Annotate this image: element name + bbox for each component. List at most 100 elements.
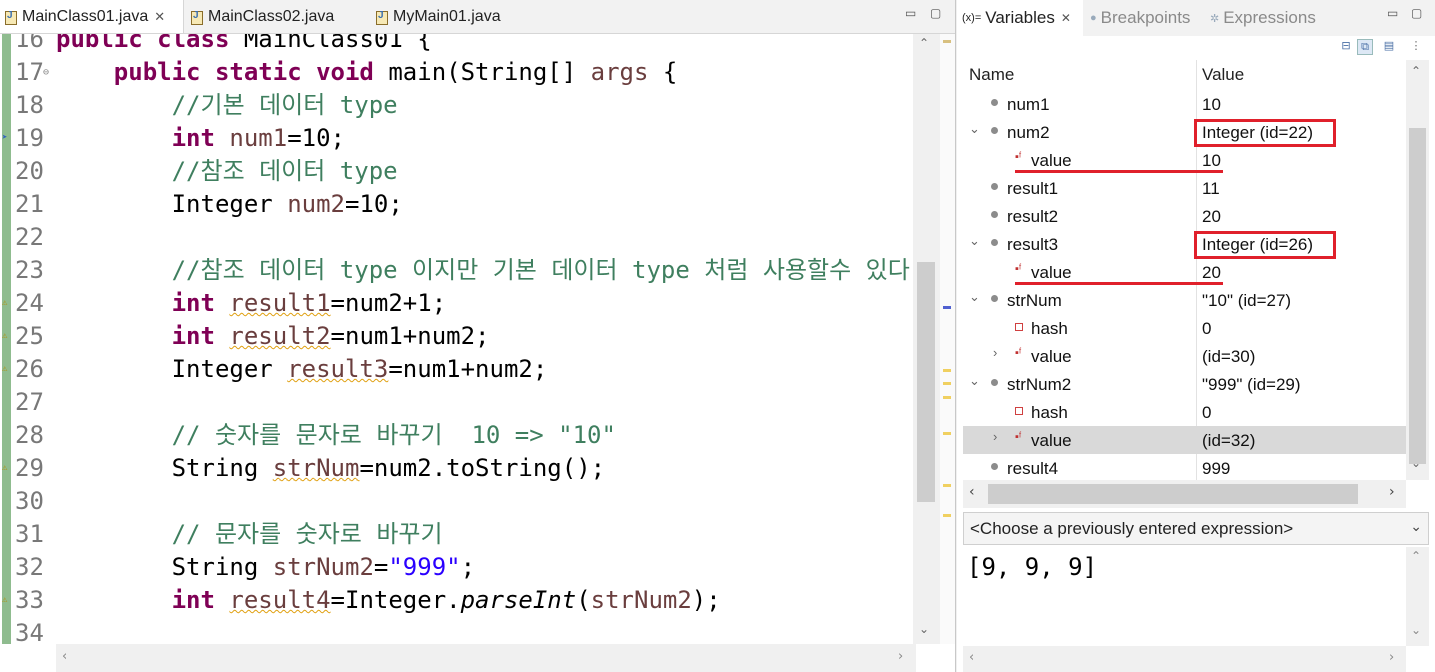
scroll-down-icon[interactable]: ⌄: [1411, 456, 1421, 470]
minimize-icon[interactable]: ▭: [1387, 6, 1398, 20]
chevron-down-icon[interactable]: ⌄: [969, 289, 980, 305]
tab-breakpoints[interactable]: ● Breakpoints: [1085, 0, 1190, 36]
overview-marker[interactable]: [943, 484, 951, 487]
code-line[interactable]: 19 ➤ int num1=10;: [0, 122, 912, 155]
warning-icon[interactable]: ⚠: [2, 452, 13, 473]
maximize-icon[interactable]: ▢: [1411, 6, 1422, 20]
overview-marker[interactable]: [943, 40, 951, 43]
code-line[interactable]: 21 Integer num2=10;: [0, 188, 912, 221]
fold-icon[interactable]: ⊖: [43, 56, 49, 89]
code-line[interactable]: 22: [0, 221, 912, 254]
variable-row[interactable]: ⌄ num2 Integer (id=22): [963, 118, 1406, 146]
overview-marker[interactable]: [943, 382, 951, 385]
code-line[interactable]: 26 ⚠ Integer result3=num1+num2;: [0, 353, 912, 386]
close-icon[interactable]: ✕: [1061, 11, 1071, 25]
scroll-left-icon[interactable]: ‹: [969, 484, 975, 500]
variable-row[interactable]: hash 0: [963, 398, 1406, 426]
code-line[interactable]: 29 ⚠ String strNum=num2.toString();: [0, 452, 912, 485]
overview-marker[interactable]: [943, 396, 951, 399]
variable-row[interactable]: ⌄ strNum "10" (id=27): [963, 286, 1406, 314]
scroll-right-icon[interactable]: ›: [1389, 484, 1395, 500]
chevron-right-icon[interactable]: ›: [993, 345, 997, 360]
chevron-right-icon[interactable]: ›: [993, 429, 997, 444]
variable-row[interactable]: › ▪ᶠ value (id=32): [963, 426, 1406, 454]
view-menu-icon[interactable]: ⋮: [1409, 39, 1423, 53]
variables-vertical-scrollbar[interactable]: ⌃ ⌄: [1406, 60, 1429, 480]
warning-icon[interactable]: ⚠: [2, 320, 13, 341]
variable-row[interactable]: result1 11: [963, 174, 1406, 202]
column-name-header[interactable]: Name: [969, 65, 1014, 85]
scroll-thumb[interactable]: [917, 262, 935, 502]
scroll-down-icon[interactable]: ⌄: [1411, 623, 1421, 637]
code-line[interactable]: 33 ⚠ int result4=Integer.parseInt(strNum2…: [0, 584, 912, 617]
detail-pane[interactable]: [9, 9, 9]: [963, 547, 1406, 646]
code-line[interactable]: 18 //기본 데이터 type: [0, 89, 912, 122]
expressions-icon: ✲: [1210, 12, 1220, 25]
collapse-all-icon[interactable]: ⊟: [1339, 39, 1353, 53]
scroll-left-icon[interactable]: ‹: [969, 650, 974, 665]
code-line[interactable]: 27: [0, 386, 912, 419]
tab-variables[interactable]: (x)= Variables ✕: [957, 0, 1083, 36]
tab-mainclass02[interactable]: MainClass02.java: [186, 0, 334, 33]
chevron-down-icon[interactable]: ⌄: [969, 121, 980, 137]
detail-horizontal-scrollbar[interactable]: ‹ ›: [963, 646, 1406, 672]
local-variable-icon: [991, 295, 998, 302]
variable-row[interactable]: ⌄ strNum2 "999" (id=29): [963, 370, 1406, 398]
variable-row[interactable]: › ▪ᶠ value (id=30): [963, 342, 1406, 370]
variable-row[interactable]: num1 10: [963, 90, 1406, 118]
maximize-icon[interactable]: ▢: [930, 6, 941, 20]
code-line[interactable]: 30: [0, 485, 912, 518]
code-line[interactable]: 31 // 문자를 숫자로 바꾸기: [0, 518, 912, 551]
code-token: strNum: [272, 454, 360, 482]
expression-combo[interactable]: <Choose a previously entered expression>…: [963, 512, 1429, 545]
warning-icon[interactable]: ⚠: [2, 584, 13, 605]
overview-marker[interactable]: [943, 306, 951, 309]
code-line[interactable]: 34: [0, 617, 912, 644]
scroll-left-icon[interactable]: ‹: [62, 649, 67, 664]
overview-ruler[interactable]: [940, 34, 955, 644]
column-value-header[interactable]: Value: [1202, 65, 1244, 85]
code-line[interactable]: 16 public class MainClass01 {: [0, 34, 912, 56]
variable-row[interactable]: hash 0: [963, 314, 1406, 342]
code-line[interactable]: 28 // 숫자를 문자로 바꾸기 10 => "10": [0, 419, 912, 452]
scroll-up-icon[interactable]: ⌃: [1411, 549, 1421, 563]
scroll-thumb[interactable]: [1409, 128, 1426, 464]
code-line[interactable]: 17 ⊖ public static void main(String[] arg…: [0, 56, 912, 89]
chevron-down-icon[interactable]: ⌄: [969, 373, 980, 389]
detail-vertical-scrollbar[interactable]: ⌃ ⌄: [1406, 547, 1429, 646]
variable-row[interactable]: result4 999: [963, 454, 1406, 480]
scroll-right-icon[interactable]: ›: [1389, 650, 1394, 665]
variables-tree[interactable]: Name Value num1 10 ⌄ num2 Integer (id=22) ▪ᶠ v…: [963, 60, 1406, 480]
code-line[interactable]: 25 ⚠ int result2=num1+num2;: [0, 320, 912, 353]
overview-marker[interactable]: [943, 369, 951, 372]
close-icon[interactable]: ✕: [154, 9, 165, 25]
layout-icon[interactable]: ▤: [1382, 39, 1396, 53]
scroll-down-icon[interactable]: ⌄: [919, 622, 929, 636]
overview-marker[interactable]: [943, 514, 951, 517]
warning-icon[interactable]: ⚠: [2, 287, 13, 308]
scroll-up-icon[interactable]: ⌃: [919, 36, 929, 50]
scroll-thumb[interactable]: [988, 484, 1358, 504]
editor-horizontal-scrollbar[interactable]: ‹ ›: [56, 644, 916, 672]
show-type-names-icon[interactable]: ⧉: [1357, 39, 1373, 55]
chevron-down-icon[interactable]: ⌄: [969, 233, 980, 249]
variable-row[interactable]: ⌄ result3 Integer (id=26): [963, 230, 1406, 258]
code-line[interactable]: 23 //참조 데이터 type 이지만 기본 데이터 type 처럼 사용할수…: [0, 254, 924, 287]
editor-vertical-scrollbar[interactable]: ⌃ ⌄: [913, 34, 940, 644]
overview-marker[interactable]: [943, 432, 951, 435]
scroll-up-icon[interactable]: ⌃: [1411, 64, 1421, 78]
tab-mainclass01[interactable]: MainClass01.java ✕: [0, 0, 184, 33]
code-line[interactable]: 24 ⚠ int result1=num2+1;: [0, 287, 912, 320]
variable-row[interactable]: result2 20: [963, 202, 1406, 230]
variables-horizontal-scrollbar[interactable]: ‹ ›: [963, 480, 1406, 508]
tab-mymain01[interactable]: MyMain01.java: [371, 0, 501, 33]
minimize-icon[interactable]: ▭: [905, 6, 916, 20]
tab-expressions[interactable]: ✲ Expressions: [1205, 0, 1316, 36]
warning-icon[interactable]: ⚠: [2, 353, 13, 374]
scroll-right-icon[interactable]: ›: [898, 649, 903, 664]
code-editor[interactable]: 16 public class MainClass01 {17 ⊖ public s…: [0, 34, 955, 644]
code-line[interactable]: 20 //참조 데이터 type: [0, 155, 912, 188]
code-line[interactable]: 32 String strNum2="999";: [0, 551, 912, 584]
chevron-down-icon[interactable]: ⌄: [1410, 518, 1422, 535]
